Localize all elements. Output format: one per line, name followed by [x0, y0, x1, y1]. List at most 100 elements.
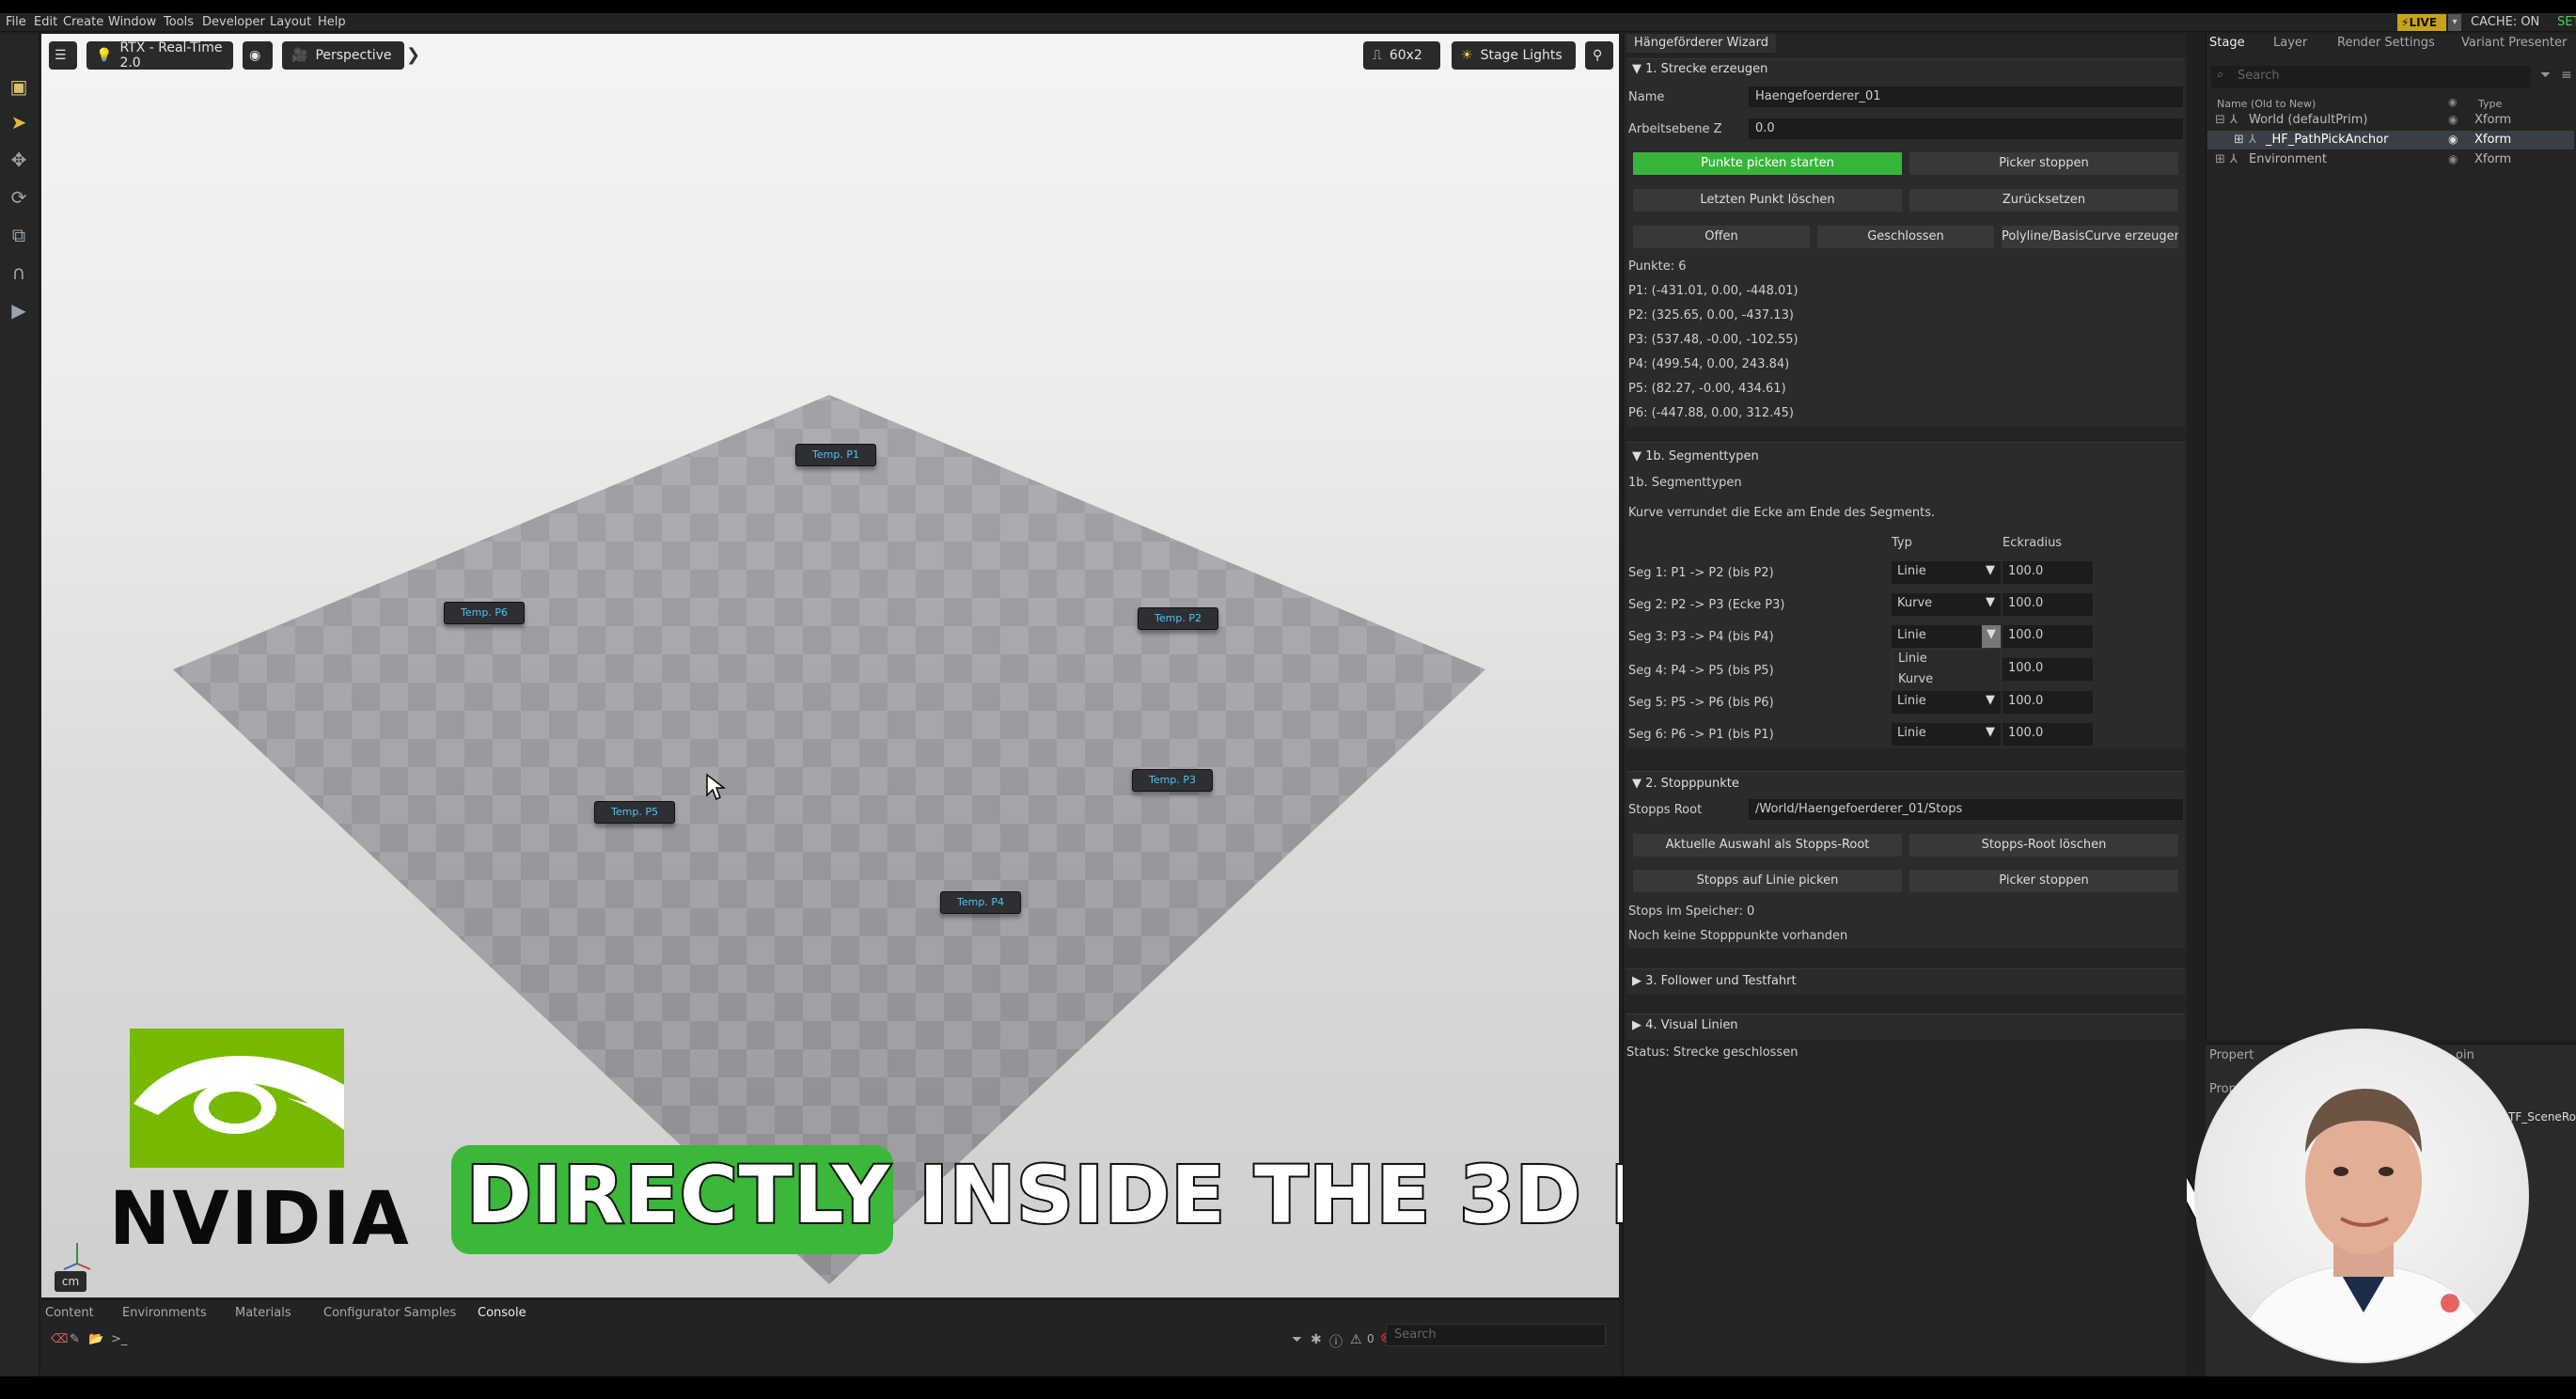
live-badge[interactable]: ⚡LIVE	[2397, 14, 2446, 31]
dropdown-option-linie[interactable]: Linie	[1898, 652, 1927, 666]
collapse-icon[interactable]: ⊟	[2215, 113, 2225, 127]
menu-layout[interactable]: Layout	[270, 15, 311, 29]
scale-icon[interactable]: ⧉	[4, 220, 34, 250]
set-stops-root-button[interactable]: Aktuelle Auswahl als Stopps-Root	[1632, 833, 1903, 857]
unit-badge[interactable]: cm	[55, 1271, 86, 1292]
point-label-p6[interactable]: Temp. P6	[444, 602, 525, 624]
menu-edit[interactable]: Edit	[34, 15, 57, 29]
point-label-p4[interactable]: Temp. P4	[940, 891, 1021, 914]
segment-radius-input[interactable]: 100.0	[2003, 625, 2093, 648]
visibility-eye-icon[interactable]: ◉	[2448, 152, 2458, 165]
snap-magnet-icon[interactable]: ∩	[4, 258, 34, 288]
warning-icon[interactable]: ⚠	[1350, 1332, 1362, 1347]
tab-layer[interactable]: Layer	[2273, 36, 2307, 50]
segment-label: Seg 6: P6 -> P1 (bis P1)	[1628, 728, 1774, 742]
tab-properties[interactable]: Propert	[2209, 1048, 2254, 1062]
console-search-input[interactable]: Search	[1386, 1324, 1606, 1346]
menu-create[interactable]: Create	[63, 15, 103, 29]
tab-variant-presenter[interactable]: Variant Presenter	[2461, 36, 2567, 50]
pick-stops-on-line-button[interactable]: Stopps auf Linie picken	[1632, 869, 1903, 893]
point-label-p3[interactable]: Temp. P3	[1132, 769, 1213, 792]
select-mode-icon[interactable]: ▣	[4, 71, 34, 102]
tab-content[interactable]: Content	[45, 1306, 94, 1320]
dropdown-arrow-icon: ▼	[1986, 563, 1995, 577]
viewport-settings-icon[interactable]: ☰	[49, 41, 77, 70]
section-strecke-header[interactable]: ▼ 1. Strecke erzeugen	[1632, 62, 1767, 76]
segment-radius-input[interactable]: 100.0	[2003, 723, 2093, 746]
stage-search-input[interactable]: Search	[2211, 66, 2531, 88]
tab-environments[interactable]: Environments	[122, 1306, 207, 1320]
segment-radius-input[interactable]: 100.0	[2003, 658, 2093, 681]
section-follower-header[interactable]: ▶ 3. Follower und Testfahrt	[1632, 974, 1797, 988]
wizard-title-tab[interactable]: Hängeförderer Wizard	[1626, 34, 1776, 53]
segment-type-select[interactable]: Linie ▼	[1892, 691, 2001, 714]
renderer-button[interactable]: 💡 RTX - Real-Time 2.0	[86, 40, 233, 71]
tab-configurator-samples[interactable]: Configurator Samples	[323, 1306, 456, 1320]
reset-button[interactable]: Zurücksetzen	[1908, 188, 2179, 212]
menu-file[interactable]: File	[6, 15, 26, 29]
stops-root-input[interactable]: /World/Haengefoerderer_01/Stops	[1749, 799, 2183, 820]
visibility-eye-icon[interactable]: ◉	[2448, 113, 2458, 126]
stage-lights-button[interactable]: ☀ Stage Lights	[1452, 41, 1576, 70]
point-label-p1[interactable]: Temp. P1	[795, 444, 876, 466]
open-button[interactable]: Offen	[1632, 225, 1811, 249]
filter-icon[interactable]: ⏷	[2540, 68, 2551, 83]
pick-start-button[interactable]: Punkte picken starten	[1632, 151, 1903, 176]
tab-materials[interactable]: Materials	[235, 1306, 291, 1320]
segment-radius-input[interactable]: 100.0	[2003, 561, 2093, 584]
expand-icon[interactable]: ⊞	[2234, 133, 2244, 147]
delete-last-point-button[interactable]: Letzten Punkt löschen	[1632, 188, 1903, 212]
segment-radius-input[interactable]: 100.0	[2003, 691, 2093, 714]
clear-console-icon[interactable]: ⌫	[51, 1332, 68, 1346]
camera-button[interactable]: 🎥 Perspective	[282, 41, 404, 70]
stage-row[interactable]: ⊟ ⅄ World (defaultPrim) ◉ Xform	[2207, 111, 2574, 130]
tab-render-settings[interactable]: Render Settings	[2337, 36, 2435, 50]
closed-button[interactable]: Geschlossen	[1816, 225, 1995, 249]
name-input[interactable]: Haengefoerderer_01	[1749, 86, 2183, 107]
section-stopppunkte-header[interactable]: ▼ 2. Stopppunkte	[1632, 777, 1739, 791]
point-label-p2[interactable]: Temp. P2	[1138, 607, 1218, 630]
segment-type-select-open[interactable]: Linie ▼	[1892, 625, 2001, 648]
edit-log-icon[interactable]: ✎	[70, 1332, 80, 1346]
tab-stage[interactable]: Stage	[2209, 36, 2245, 50]
segment-radius-input[interactable]: 100.0	[2003, 593, 2093, 616]
filter-icon[interactable]: ⏷	[1292, 1332, 1302, 1347]
segment-type-select[interactable]: Linie ▼	[1892, 561, 2001, 584]
segment-type-select[interactable]: Kurve ▼	[1892, 593, 2001, 616]
expand-chevron-icon[interactable]: ❯	[406, 45, 420, 65]
section-segmenttypen-header[interactable]: ▼ 1b. Segmenttypen	[1632, 449, 1759, 464]
pin-icon[interactable]: ⚲	[1585, 41, 1613, 70]
visibility-eye-icon[interactable]: ◉	[2448, 133, 2458, 146]
verbose-icon[interactable]: ✱	[1311, 1332, 1322, 1347]
dropdown-option-kurve[interactable]: Kurve	[1898, 672, 1933, 686]
column-name[interactable]: Name (Old to New)	[2217, 98, 2316, 110]
create-curve-button[interactable]: Polyline/BasisCurve erzeugen	[2001, 225, 2179, 249]
tab-console[interactable]: Console	[478, 1306, 526, 1320]
visibility-eye-icon[interactable]: ◉	[243, 41, 273, 70]
stage-row-selected[interactable]: ⊞ ⅄ _HF_PathPickAnchor ◉ Xform	[2207, 131, 2574, 149]
stage-row[interactable]: ⊞ ⅄ Environment ◉ Xform	[2207, 150, 2574, 169]
resolution-button[interactable]: ⎍ 60x2	[1363, 41, 1440, 70]
move-icon[interactable]: ✥	[4, 145, 34, 175]
section-visual-lines-header[interactable]: ▶ 4. Visual Linien	[1632, 1018, 1738, 1032]
menu-tools[interactable]: Tools	[164, 15, 194, 29]
pick-stop-button[interactable]: Picker stoppen	[1908, 151, 2179, 176]
info-icon[interactable]: ⓘ	[1329, 1332, 1343, 1351]
delete-stops-root-button[interactable]: Stopps-Root löschen	[1908, 833, 2179, 857]
menu-window[interactable]: Window	[108, 15, 156, 29]
z-input[interactable]: 0.0	[1749, 118, 2183, 139]
segment-type-select[interactable]: Linie ▼	[1892, 723, 2001, 746]
rotate-icon[interactable]: ⟳	[4, 182, 34, 212]
options-menu-icon[interactable]: ≡	[2561, 68, 2572, 83]
stops-picker-stop-button[interactable]: Picker stoppen	[1908, 869, 2179, 893]
menu-help[interactable]: Help	[318, 15, 346, 29]
play-icon[interactable]: ▶	[4, 295, 34, 325]
expand-icon[interactable]: ⊞	[2215, 152, 2225, 166]
column-type[interactable]: Type	[2478, 98, 2502, 110]
menu-developer[interactable]: Developer	[202, 15, 265, 29]
point-p4: P4: (499.54, 0.00, 243.84)	[1628, 357, 1790, 371]
select-arrow-icon[interactable]: ➤	[4, 107, 34, 137]
live-dropdown-icon[interactable]: ▾	[2448, 14, 2461, 31]
point-label-p5[interactable]: Temp. P5	[594, 801, 675, 824]
folder-icon[interactable]: 📂	[88, 1332, 103, 1346]
